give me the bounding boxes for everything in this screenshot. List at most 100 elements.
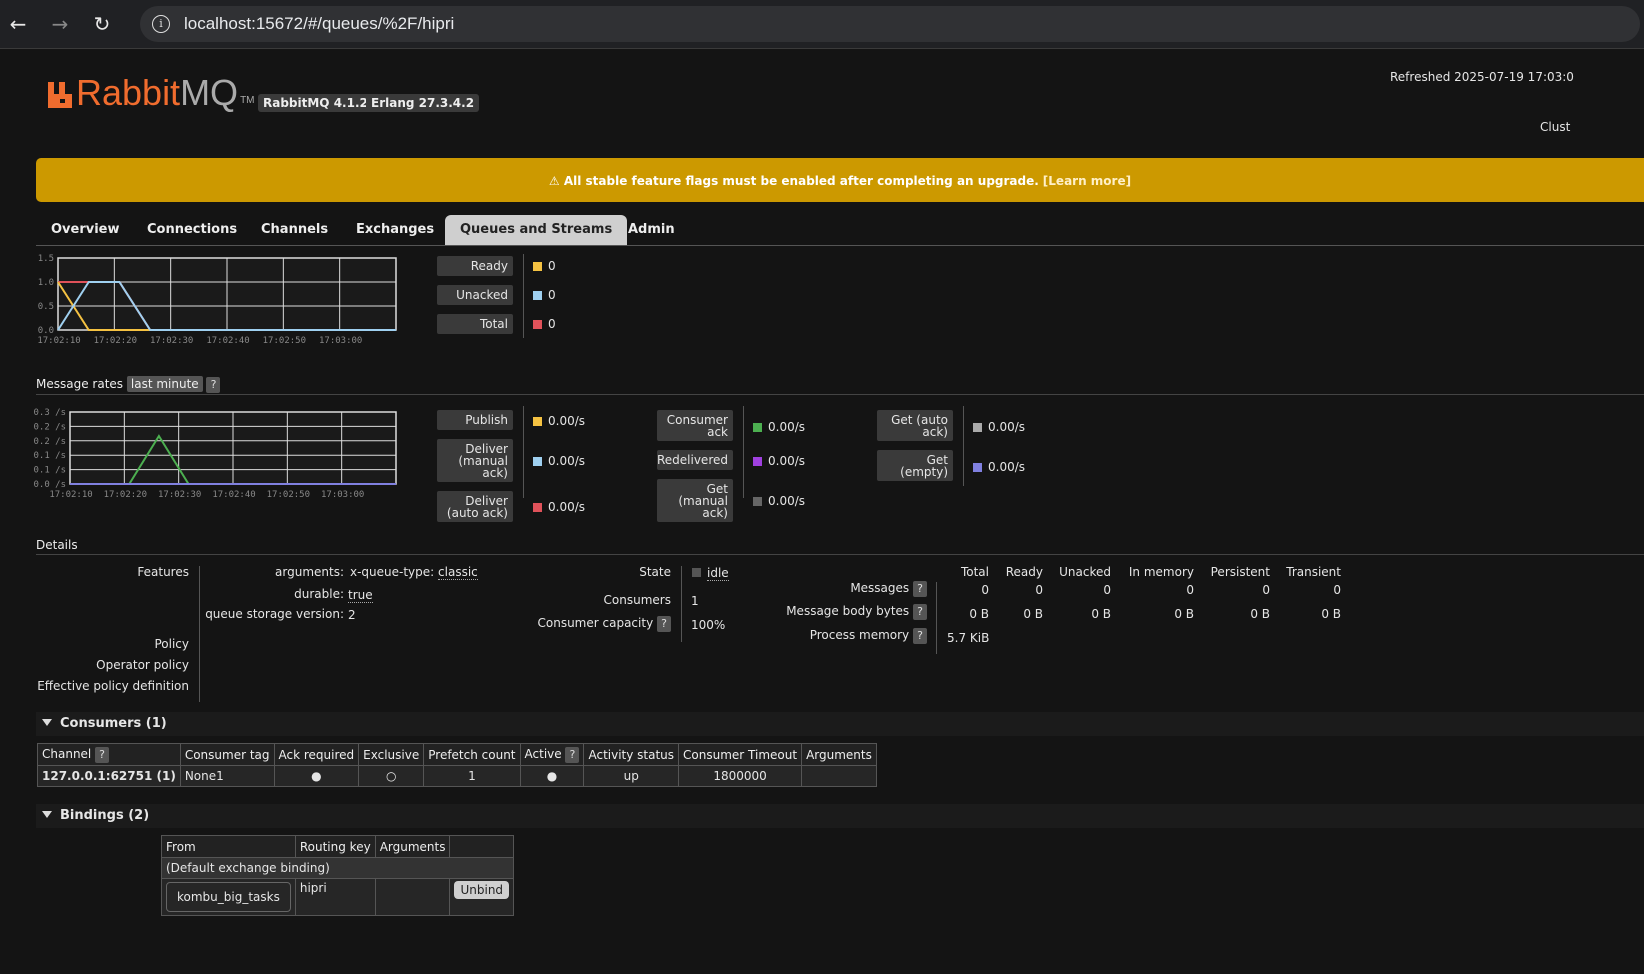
learn-more-link[interactable]: [Learn more] — [1043, 174, 1131, 188]
collapse-triangle-icon — [42, 719, 52, 726]
rates-y-tick: 0.2 /s — [33, 422, 66, 432]
col-activity-status: Activity status — [583, 743, 680, 766]
bytes-help-icon[interactable]: ? — [913, 604, 927, 620]
message-rates-chart: 0.3 /s 0.2 /s 0.2 /s 0.1 /s 0.1 /s 0.0 /s 17:0… — [0, 404, 420, 504]
consumer-timeout: 1800000 — [678, 765, 803, 787]
banner-text: ⚠ All stable feature flags must be enabl… — [548, 174, 1039, 188]
idle-state-icon — [692, 568, 701, 577]
url-text[interactable]: localhost:15672/#/queues/%2F/hipri — [184, 14, 454, 34]
active-indicator: ● — [519, 765, 585, 787]
cluster-label: Clust — [1540, 120, 1571, 134]
rate-get-empty-label: Get (empty) — [877, 450, 953, 481]
bytes-ready: 0 B — [1023, 607, 1043, 621]
rates-x-tick: 17:02:20 — [104, 490, 147, 500]
messages-in-memory: 0 — [1186, 583, 1194, 597]
col-consumer-timeout: Consumer Timeout — [678, 743, 803, 766]
tab-admin[interactable]: Admin — [613, 215, 690, 245]
rates-y-tick: 0.0 /s — [33, 480, 66, 490]
rate-redelivered-label: Redelivered — [657, 450, 733, 470]
feature-flags-banner: ⚠ All stable feature flags must be enabl… — [36, 158, 1644, 202]
queued-y-tick: 0.0 — [38, 326, 54, 336]
rates-period-selector[interactable]: last minute — [126, 376, 203, 392]
col-active: Active ? — [519, 743, 585, 766]
rates-help-icon[interactable]: ? — [206, 377, 221, 393]
bindings-table: From Routing key Arguments (Default exch… — [160, 835, 515, 916]
messages-help-icon[interactable]: ? — [913, 581, 927, 597]
features-label: Features — [137, 565, 189, 579]
erlang-version-badge: Erlang 27.3.4.2 — [366, 94, 480, 112]
back-icon[interactable]: ← — [4, 10, 32, 38]
tab-queues-and-streams[interactable]: Queues and Streams — [445, 215, 628, 245]
consumer-tag: None1 — [179, 765, 275, 787]
messages-unacked: 0 — [1103, 583, 1111, 597]
legend-ready-value: 0 — [533, 258, 556, 274]
bindings-section-toggle[interactable]: Bindings (2) — [36, 804, 1644, 828]
stats-header-ready: Ready — [1005, 565, 1043, 579]
address-bar[interactable]: i localhost:15672/#/queues/%2F/hipri — [140, 6, 1640, 42]
consumer-capacity-value: 100% — [691, 618, 726, 632]
rate-deliver-auto-label: Deliver (auto ack) — [437, 491, 513, 522]
activity-status: up — [583, 765, 680, 787]
message-rates-header: Message rates last minute ? — [36, 376, 221, 393]
capacity-help-icon[interactable]: ? — [657, 616, 671, 632]
rate-consumer-ack-value: 0.00/s — [753, 419, 805, 435]
process-memory-value: 5.7 KiB — [947, 631, 990, 645]
state-value: idle — [692, 566, 729, 581]
details-header: Details — [36, 538, 78, 552]
rate-get-empty-value: 0.00/s — [973, 459, 1025, 475]
rates-y-tick: 0.1 /s — [33, 466, 66, 476]
bytes-persistent: 0 B — [1250, 607, 1270, 621]
arguments-value: x-queue-type: classic — [350, 565, 478, 580]
tab-channels[interactable]: Channels — [246, 215, 343, 245]
logo-mq-text: MQ — [180, 72, 239, 113]
queued-y-tick: 0.5 — [38, 302, 54, 312]
bindings-table-header: From Routing key Arguments — [161, 835, 515, 858]
consumer-capacity-key: Consumer capacity ? — [538, 616, 671, 632]
queued-messages-chart: 1.5 1.0 0.5 0.0 17:02:10 17:02:20 17:02:30 17:0… — [0, 250, 420, 350]
consumer-arguments — [801, 765, 877, 787]
col-channel: Channel ? — [37, 743, 181, 766]
rates-x-tick: 17:02:10 — [49, 490, 92, 500]
forward-icon[interactable]: → — [46, 10, 74, 38]
refreshed-timestamp: Refreshed 2025-07-19 17:03:0 — [1390, 70, 1574, 84]
rabbit-logo-icon — [48, 82, 72, 108]
rate-get-auto-value: 0.00/s — [973, 419, 1025, 435]
state-key: State — [639, 565, 671, 579]
consumers-key: Consumers — [603, 593, 671, 607]
stats-header-persistent: Persistent — [1210, 565, 1270, 579]
site-info-icon[interactable]: i — [152, 15, 170, 33]
queued-y-tick: 1.0 — [38, 278, 54, 288]
storage-version-value: 2 — [348, 608, 356, 622]
unbind-button[interactable]: Unbind — [454, 881, 510, 899]
messages-transient: 0 — [1333, 583, 1341, 597]
effective-policy-label: Effective policy definition — [37, 679, 189, 693]
rate-deliver-auto-value: 0.00/s — [533, 499, 585, 515]
stats-header-total: Total — [960, 565, 989, 579]
tab-overview[interactable]: Overview — [36, 215, 135, 245]
consumers-section-toggle[interactable]: Consumers (1) — [36, 712, 1644, 736]
rate-deliver-manual-value: 0.00/s — [533, 453, 585, 469]
logo-tm-text: TM — [240, 95, 255, 106]
consumers-value: 1 — [691, 594, 699, 608]
col-binding-arguments: Arguments — [374, 835, 451, 858]
col-prefetch-count: Prefetch count — [423, 743, 521, 766]
tab-connections[interactable]: Connections — [132, 215, 252, 245]
queued-x-tick: 17:02:50 — [263, 336, 306, 346]
consumer-channel-link[interactable]: 127.0.0.1:62751 (1) — [37, 765, 181, 787]
ready-swatch — [533, 261, 542, 271]
channel-help-icon[interactable]: ? — [95, 746, 110, 763]
default-exchange-binding: (Default exchange binding) — [160, 857, 515, 879]
rates-x-tick: 17:02:30 — [158, 490, 201, 500]
active-help-icon[interactable]: ? — [565, 746, 580, 763]
memory-help-icon[interactable]: ? — [913, 628, 927, 644]
reload-icon[interactable]: ↻ — [88, 10, 116, 38]
rates-y-tick: 0.1 /s — [33, 451, 66, 461]
table-row: kombu_big_tasks hipri Unbind — [161, 878, 515, 916]
rate-publish-value: 0.00/s — [533, 413, 585, 429]
binding-routing-key: hipri — [294, 878, 376, 916]
messages-persistent: 0 — [1262, 583, 1270, 597]
tab-exchanges[interactable]: Exchanges — [341, 215, 449, 245]
browser-toolbar: ← → ↻ i localhost:15672/#/queues/%2F/hip… — [0, 0, 1644, 49]
exchange-link[interactable]: kombu_big_tasks — [166, 882, 291, 912]
legend-total-value: 0 — [533, 316, 556, 332]
